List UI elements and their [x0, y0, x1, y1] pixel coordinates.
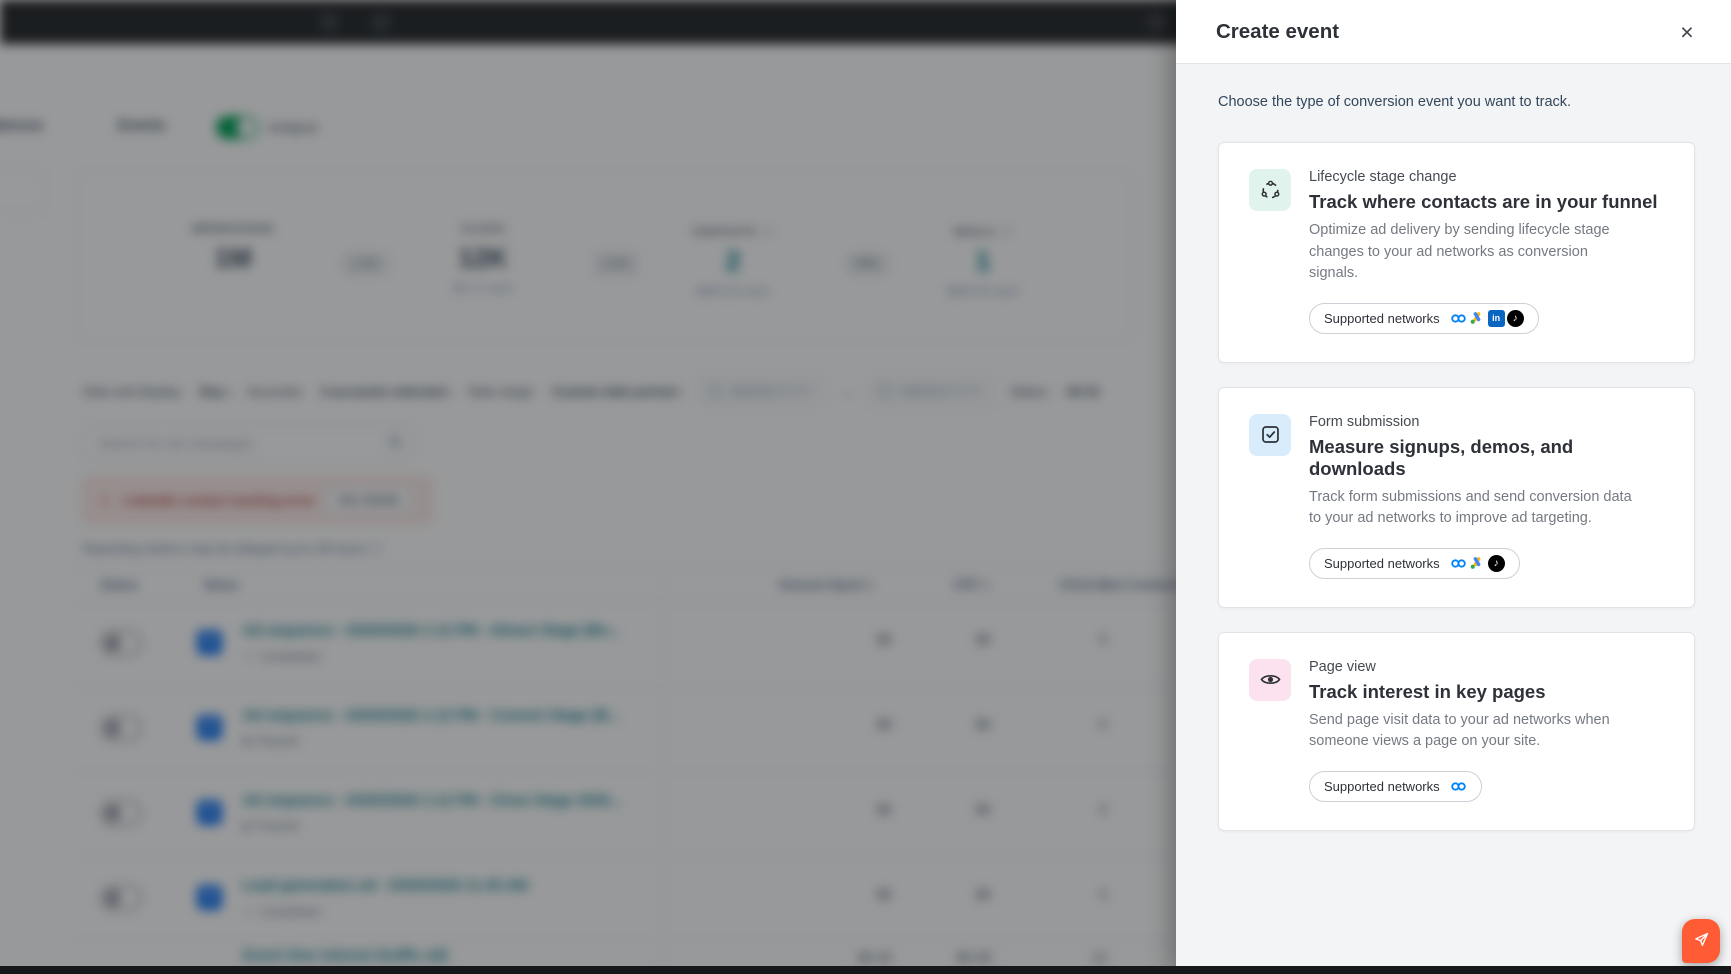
event-type-description: Send page visit data to your ad networks… [1309, 711, 1610, 750]
chat-fab[interactable] [1682, 919, 1720, 963]
event-type-card-page-view[interactable]: Page view Track interest in key pages Se… [1218, 631, 1695, 831]
network-icons [1450, 778, 1467, 795]
screen: Audiences Events Analyze IMPRESSIONS 1M … [0, 0, 1731, 974]
supported-networks-pill: Supported networks ♪ [1309, 547, 1520, 579]
event-type-description: Track form submissions and send conversi… [1309, 488, 1632, 527]
panel-body: Choose the type of conversion event you … [1176, 64, 1731, 831]
supported-networks-pill: Supported networks in ♪ [1309, 302, 1539, 334]
supported-networks-label: Supported networks [1324, 555, 1440, 571]
tiktok-icon: ♪ [1506, 309, 1524, 327]
supported-networks-label: Supported networks [1324, 310, 1440, 326]
google-ads-icon [1469, 555, 1486, 572]
meta-icon [1450, 778, 1467, 795]
tiktok-icon: ♪ [1487, 554, 1505, 572]
panel-header: Create event × [1176, 0, 1731, 64]
network-icons: ♪ [1450, 554, 1505, 572]
eye-icon [1249, 658, 1291, 701]
supported-networks-pill: Supported networks [1309, 770, 1482, 802]
linkedin-icon: in [1487, 309, 1505, 327]
panel-subtitle: Choose the type of conversion event you … [1218, 94, 1572, 110]
panel-title: Create event [1216, 19, 1340, 43]
event-type-headline: Track where contacts are in your funnel [1309, 191, 1658, 212]
meta-icon [1450, 555, 1467, 572]
event-type-headline: Track interest in key pages [1309, 680, 1546, 702]
event-type-headline: Measure signups, demos, and downloads [1309, 435, 1574, 479]
event-type-label: Form submission [1309, 413, 1420, 430]
checkbox-icon [1249, 413, 1291, 456]
create-event-panel: Create event × Choose the type of conver… [1176, 0, 1731, 974]
event-type-label: Page view [1309, 658, 1376, 675]
event-type-description: Optimize ad delivery by sending lifecycl… [1309, 222, 1610, 281]
supported-networks-label: Supported networks [1324, 778, 1440, 794]
network-icons: in ♪ [1450, 309, 1524, 327]
lifecycle-icon [1249, 169, 1291, 211]
close-icon[interactable]: × [1669, 14, 1705, 50]
event-type-label: Lifecycle stage change [1309, 169, 1457, 185]
send-icon [1692, 930, 1711, 952]
event-type-card-form-submission[interactable]: Form submission Measure signups, demos, … [1218, 386, 1695, 608]
bottom-edge-bar [0, 966, 1731, 974]
event-type-card-lifecycle[interactable]: Lifecycle stage change Track where conta… [1218, 142, 1695, 363]
google-ads-icon [1469, 310, 1486, 327]
meta-icon [1450, 310, 1467, 327]
